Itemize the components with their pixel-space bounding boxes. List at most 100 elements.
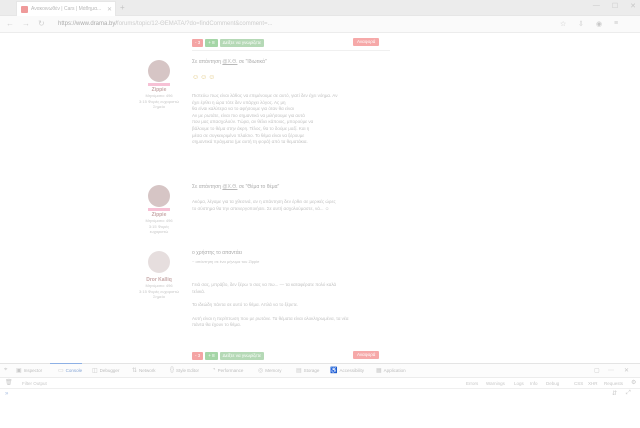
post-header: Σε απάντηση @Χ.Θ. σε "Θέμα το θέμα" <box>192 184 279 190</box>
application-icon: ▦ <box>376 368 382 374</box>
nav-bar: ← → ↻ https://www.drama.by/forums/topic/… <box>0 16 640 33</box>
downvote-button[interactable]: - 3 <box>192 38 204 47</box>
url-host: https://www.drama.by/ <box>58 21 118 27</box>
address-bar[interactable]: https://www.drama.by/forums/topic/12-ΘΕΜ… <box>58 19 528 30</box>
avatar[interactable] <box>148 185 170 207</box>
tab-label: Performance <box>217 367 244 373</box>
console-filter-bar: 🗑 Filter Output Errors Warnings Logs Inf… <box>0 378 640 389</box>
level-warnings[interactable]: Warnings <box>486 381 505 386</box>
user-badge <box>148 83 170 86</box>
menu-icon[interactable]: ≡ <box>614 20 618 27</box>
tab-storage[interactable]: ▤ Storage <box>296 367 319 374</box>
tab-application[interactable]: ▦ Application <box>376 367 406 374</box>
filter-input[interactable]: Filter Output <box>22 381 47 386</box>
level-css[interactable]: CSS <box>574 381 583 386</box>
reply-link[interactable]: @Χ.Θ. <box>222 184 237 190</box>
downvote-button[interactable]: - 3 <box>192 351 204 360</box>
tab-debugger[interactable]: ◫ Debugger <box>92 367 119 374</box>
thanks-button[interactable]: Δείξτε να γνωρίζετε <box>219 38 265 47</box>
post-line: το σύστημα θα την απενεργοποιήσει. Σε αυ… <box>192 205 330 211</box>
reply-topic: σε "Θέμα το θέμα" <box>238 184 280 190</box>
post-line: τελικά. <box>192 288 206 294</box>
level-info[interactable]: Info <box>530 381 538 386</box>
post-body: Γειά σας, μπράβο, δεν ξέρω τι σας να πω.… <box>192 282 392 329</box>
report-button[interactable]: Αναφορά <box>353 351 380 359</box>
options-icon[interactable]: ⋯ <box>608 367 614 374</box>
network-icon: ⇅ <box>132 368 138 374</box>
console-input[interactable]: » ⇵ ⤢ <box>0 389 640 400</box>
tab-label: Application <box>383 368 406 373</box>
upvote-button[interactable]: + 8 <box>205 351 218 360</box>
tab-inspector[interactable]: ▣ Inspector <box>16 367 42 374</box>
tab-accessibility[interactable]: ♿ Accessibility <box>330 367 364 374</box>
user-meta: ευχαριστώ <box>149 229 169 234</box>
avatar[interactable] <box>148 251 170 273</box>
tab-network[interactable]: ⇅ Network <box>132 367 156 374</box>
reply-label: Σε απάντηση <box>192 59 221 65</box>
quote-title: ο χρήστης το απαντάει <box>192 250 242 256</box>
close-devtools-icon[interactable]: ✕ <box>624 367 629 374</box>
storage-icon: ▤ <box>296 368 302 374</box>
maximize-icon[interactable]: ☐ <box>612 2 618 10</box>
tab-label: Inspector <box>23 368 43 373</box>
upvote-button[interactable]: + 8 <box>205 38 218 47</box>
devtools-toolbar: ⌖ ▣ Inspector ▭ Console ◫ Debugger ⇅ Network… <box>0 363 640 378</box>
settings-icon[interactable]: ⚙ <box>631 379 636 386</box>
new-tab-icon[interactable]: + <box>120 3 125 12</box>
expand-icon[interactable]: ⤢ <box>626 390 631 397</box>
level-xhr[interactable]: XHR <box>588 381 598 386</box>
browser-tab[interactable]: Ανακοινωθέν | Cars | Μάθημα... ✕ <box>16 1 116 16</box>
tab-style-editor[interactable]: {} Style Editor <box>170 367 199 373</box>
trash-icon[interactable]: 🗑 <box>5 379 13 386</box>
reload-icon[interactable]: ↻ <box>38 19 45 28</box>
level-logs[interactable]: Logs <box>514 381 524 386</box>
console-icon: ▭ <box>58 368 64 374</box>
tab-memory[interactable]: ◎ Memory <box>258 367 282 374</box>
tab-label: Console <box>65 368 83 373</box>
pick-element-icon[interactable]: ⌖ <box>4 367 7 374</box>
bookmark-icon[interactable]: ☆ <box>560 20 566 28</box>
back-icon[interactable]: ← <box>6 19 14 28</box>
post-line: βάλουμε το θέμα στην άκρη. Τέλος, θα το … <box>192 125 310 131</box>
page-content: - 3 + 8 Δείξτε να γνωρίζετε Αναφορά Zipp… <box>0 33 640 363</box>
post-line: Τα ιδεώδη πάντα σε αυτό το θέμα. Απλά να… <box>192 302 299 308</box>
tab-label: Style Editor <box>176 367 200 373</box>
close-tab-icon[interactable]: ✕ <box>107 6 112 13</box>
close-window-icon[interactable]: ✕ <box>630 2 636 10</box>
responsive-mode-icon[interactable]: ▢ <box>594 367 600 374</box>
favicon-icon <box>21 5 28 13</box>
performance-icon: ◔ <box>212 367 216 373</box>
level-requests[interactable]: Requests <box>604 381 623 386</box>
user-meta: Σημείο <box>153 104 165 109</box>
avatar[interactable] <box>148 60 170 82</box>
style-editor-icon: {} <box>170 367 175 373</box>
tab-performance[interactable]: ◔ Performance <box>212 367 243 373</box>
post-line: Γειά σας, μπράβο, δεν ξέρω τι σας να πω.… <box>192 282 337 287</box>
account-icon[interactable]: ◉ <box>596 20 602 28</box>
post-line: που μας απασχολούν. Τώρα, αν θέλει κάποι… <box>192 119 314 125</box>
tab-label: Debugger <box>99 368 120 373</box>
level-debug[interactable]: Debug <box>546 381 559 386</box>
post-header: Σε απάντηση @Χ.Θ. σε "Ιδιωτικά" <box>192 59 267 65</box>
post-author: Dror Kalliq Μηνύματα: 496 3:15 Φορές ευχ… <box>138 251 180 300</box>
console-prompt: » <box>5 391 9 397</box>
minimize-icon[interactable]: — <box>593 2 600 10</box>
report-button[interactable]: Αναφορά <box>353 38 380 46</box>
forward-icon[interactable]: → <box>22 19 30 28</box>
post-line: πάντα θα έχουν το θέμα. <box>192 322 241 328</box>
inspector-icon: ▣ <box>16 368 22 374</box>
url-path: forums/topic/12-ΘΕΜΑΤΑ/?do=findComment&c… <box>117 21 273 27</box>
tab-console[interactable]: ▭ Console <box>49 363 83 374</box>
thanks-button[interactable]: Δείξτε να γνωρίζετε <box>219 351 265 360</box>
vote-bar: - 3 + 8 Δείξτε να γνωρίζετε <box>192 38 265 47</box>
user-badge <box>148 208 170 211</box>
download-icon[interactable]: ⇩ <box>578 20 584 28</box>
post-body: Ακόμα, λέγαμε για τα χθεσινά, αν η απάντ… <box>192 199 392 212</box>
devtools-panel: ⌖ ▣ Inspector ▭ Console ◫ Debugger ⇅ Network… <box>0 363 640 428</box>
split-console-icon[interactable]: ⇵ <box>612 390 617 397</box>
tab-label: Accessibility <box>339 368 364 373</box>
debugger-icon: ◫ <box>92 368 98 374</box>
level-errors[interactable]: Errors <box>466 381 478 386</box>
reply-link[interactable]: @Χ.Θ. <box>222 59 237 65</box>
tab-title: Ανακοινωθέν | Cars | Μάθημα... <box>31 6 102 12</box>
